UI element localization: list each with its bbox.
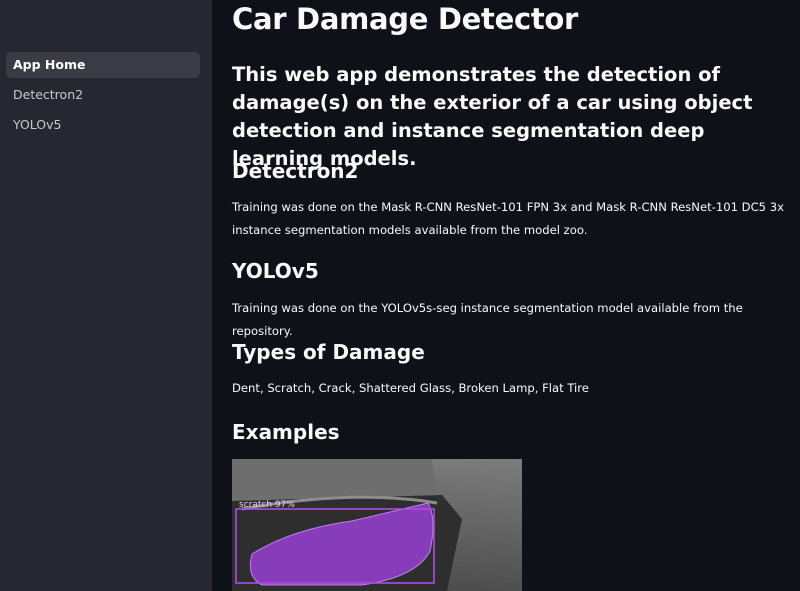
sidebar-item-label: YOLOv5 [13, 117, 62, 132]
section-text-detectron2: Training was done on the Mask R-CNN ResN… [232, 200, 784, 237]
section-text-types-of-damage: Dent, Scratch, Crack, Shattered Glass, B… [232, 381, 589, 395]
detection-label: scratch 97% [239, 500, 295, 510]
sidebar-item-app-home[interactable]: App Home [6, 52, 200, 78]
sidebar-nav: App Home Detectron2 YOLOv5 [6, 52, 200, 142]
page-title: Car Damage Detector [232, 2, 579, 36]
main-content: Car Damage Detector This web app demonst… [232, 0, 792, 591]
section-heading-detectron2: Detectron2 [232, 159, 359, 183]
sidebar-item-label: App Home [13, 57, 86, 72]
sidebar-item-label: Detectron2 [13, 87, 84, 102]
example-detection-image: scratch 97% [232, 459, 522, 591]
sidebar-item-detectron2[interactable]: Detectron2 [6, 82, 200, 108]
app-window: App Home Detectron2 YOLOv5 Car Damage De… [0, 0, 800, 591]
intro-text: This web app demonstrates the detection … [232, 63, 753, 170]
sidebar: App Home Detectron2 YOLOv5 [0, 0, 212, 591]
sidebar-item-yolov5[interactable]: YOLOv5 [6, 112, 200, 138]
section-heading-yolov5: YOLOv5 [232, 259, 319, 283]
section-heading-examples: Examples [232, 420, 340, 444]
section-heading-types-of-damage: Types of Damage [232, 340, 425, 364]
example-image-graphic: scratch 97% [232, 459, 522, 591]
section-text-yolov5: Training was done on the YOLOv5s-seg ins… [232, 301, 743, 338]
